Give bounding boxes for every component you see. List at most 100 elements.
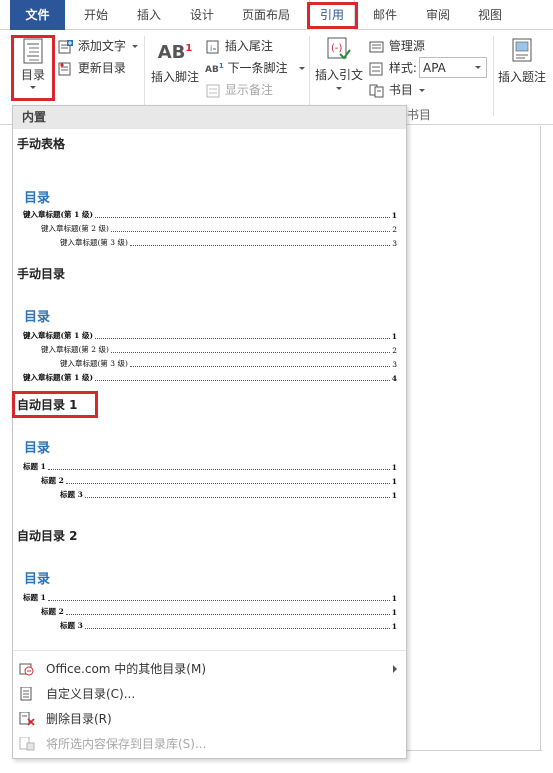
toc-row-page: 4 — [391, 374, 397, 383]
next-footnote-button[interactable]: AB1 下一条脚注 — [205, 59, 306, 76]
toc-button[interactable]: 目录 — [12, 34, 54, 100]
toc-row-text: 键入章标题(第 1 级) — [23, 331, 94, 340]
toc-row-page: 1 — [391, 332, 397, 341]
update-toc-label: 更新目录 — [77, 61, 126, 75]
custom-toc-item[interactable]: 自定义目录(C)... — [13, 682, 406, 706]
toc-preview-row: 键入章标题(第 1 级) 1 — [23, 329, 397, 341]
toc-preview-row: 标题 1 1 — [23, 591, 397, 603]
tab-file[interactable]: 文件 — [10, 0, 65, 30]
chevron-down-icon — [418, 89, 425, 92]
next-footnote-sup: 1 — [218, 62, 224, 70]
toc-row-leader — [65, 483, 390, 484]
next-footnote-label: 下一条脚注 — [227, 61, 288, 75]
more-toc-online-item[interactable]: Office.com 中的其他目录(M) — [13, 657, 406, 681]
citations-group-label: 书目 — [407, 108, 432, 122]
tab-layout[interactable]: 页面布局 — [232, 0, 300, 30]
toc-row-page: 2 — [392, 346, 397, 355]
tab-insert[interactable]: 插入 — [125, 0, 173, 30]
svg-text:(-): (-) — [331, 43, 343, 54]
gallery-title: 自动目录 2 — [17, 529, 78, 543]
toc-row-page: 3 — [392, 360, 397, 369]
toc-row-page: 1 — [391, 211, 397, 220]
menu-divider — [13, 650, 406, 651]
add-text-button[interactable]: 添加文字 — [58, 37, 138, 54]
insert-endnote-label: 插入尾注 — [224, 39, 273, 53]
tab-review[interactable]: 审阅 — [415, 0, 461, 30]
toc-preview-row: 键入章标题(第 2 级) 2 — [41, 222, 397, 234]
toc-icon — [23, 38, 43, 64]
toc-preview-row: 标题 1 1 — [23, 460, 397, 472]
show-notes-label: 显示备注 — [224, 83, 273, 97]
insert-endnote-button[interactable]: i 插入尾注 — [205, 37, 273, 54]
toc-row-text: 键入章标题(第 3 级) — [60, 359, 128, 368]
tab-home[interactable]: 开始 — [72, 0, 120, 30]
toc-preview-row: 键入章标题(第 2 级) 2 — [41, 343, 397, 355]
remove-toc-icon — [19, 712, 35, 726]
bibliography-button[interactable]: 书目 — [369, 81, 425, 98]
save-to-toc-gallery-label: 将所选内容保存到目录库(S)... — [46, 737, 207, 751]
chevron-down-icon — [475, 66, 481, 69]
toc-row-page: 3 — [392, 239, 397, 248]
insert-caption-button[interactable]: 插入题注 — [495, 38, 549, 96]
toc-row-text: 标题 2 — [41, 476, 64, 485]
style-selector: 样式: — [369, 59, 417, 76]
toc-row-text: 标题 1 — [23, 593, 46, 602]
manage-sources-button[interactable]: 管理源 — [369, 37, 425, 54]
remove-toc-item[interactable]: 删除目录(R) — [13, 707, 406, 731]
toc-button-label: 目录 — [20, 68, 45, 82]
custom-toc-label: 自定义目录(C)... — [46, 687, 136, 701]
chevron-down-icon — [131, 45, 138, 48]
insert-footnote-label: 插入脚注 — [150, 70, 199, 84]
next-footnote-icon: AB1 — [205, 62, 224, 75]
toc-preview-heading: 目录 — [24, 310, 51, 325]
insert-citation-button[interactable]: (-) 插入引文 — [311, 36, 367, 98]
tab-design[interactable]: 设计 — [178, 0, 226, 30]
save-to-toc-gallery-item[interactable]: 将所选内容保存到目录库(S)... — [13, 732, 406, 756]
manage-sources-icon — [369, 41, 384, 52]
toc-row-leader — [95, 338, 390, 339]
toc-preview-row: 标题 3 1 — [60, 488, 397, 500]
tab-view[interactable]: 视图 — [467, 0, 513, 30]
chevron-down-icon — [336, 87, 342, 90]
toc-preview-row: 键入章标题(第 1 级) 1 — [23, 208, 397, 220]
svg-text:i: i — [210, 44, 212, 53]
toc-preview-heading: 目录 — [24, 441, 51, 456]
gallery-title: 自动目录 1 — [17, 398, 78, 412]
toc-row-leader — [95, 380, 390, 381]
toc-row-page: 1 — [391, 594, 397, 603]
footnote-icon: AB1 — [148, 36, 202, 63]
toc-row-leader — [84, 628, 390, 629]
more-toc-online-label: Office.com 中的其他目录(M) — [46, 662, 207, 676]
insert-footnote-button[interactable]: AB1 插入脚注 — [148, 36, 202, 96]
toc-row-leader — [129, 366, 391, 367]
style-label: 样式: — [388, 61, 417, 75]
tab-references[interactable]: 引用 — [309, 0, 355, 31]
toc-dropdown-panel: 内置 手动表格 目录 键入章标题(第 1 级) 1 键入章标题(第 2 级) 2 键… — [12, 105, 407, 759]
toc-preview-row: 键入章标题(第 3 级) 3 — [60, 236, 397, 248]
update-toc-icon — [58, 62, 71, 75]
toc-row-leader — [110, 352, 391, 353]
toc-row-leader — [95, 217, 390, 218]
style-dropdown-value: APA — [423, 61, 446, 75]
bibliography-label: 书目 — [388, 83, 413, 97]
custom-toc-icon — [20, 687, 32, 701]
toc-row-text: 标题 3 — [60, 621, 83, 630]
tab-mailings[interactable]: 邮件 — [362, 0, 408, 30]
toc-row-leader — [47, 469, 390, 470]
remove-toc-label: 删除目录(R) — [46, 712, 112, 726]
toc-preview-row: 键入章标题(第 3 级) 3 — [60, 357, 397, 369]
toc-row-leader — [129, 245, 391, 246]
gallery-title: 手动目录 — [17, 267, 66, 281]
caption-icon — [512, 38, 532, 62]
toc-preview-row: 标题 2 1 — [41, 474, 397, 486]
chevron-right-icon — [393, 665, 397, 673]
toc-preview-row: 标题 3 1 — [60, 619, 397, 631]
update-toc-button[interactable]: 更新目录 — [58, 59, 126, 76]
toc-row-text: 键入章标题(第 2 级) — [41, 345, 109, 354]
style-dropdown[interactable]: APA — [419, 57, 487, 78]
toc-row-text: 标题 3 — [60, 490, 83, 499]
toc-row-leader — [110, 231, 391, 232]
show-notes-button[interactable]: 显示备注 — [205, 81, 273, 98]
toc-preview-heading: 目录 — [24, 572, 51, 587]
endnote-icon: i — [206, 40, 219, 53]
